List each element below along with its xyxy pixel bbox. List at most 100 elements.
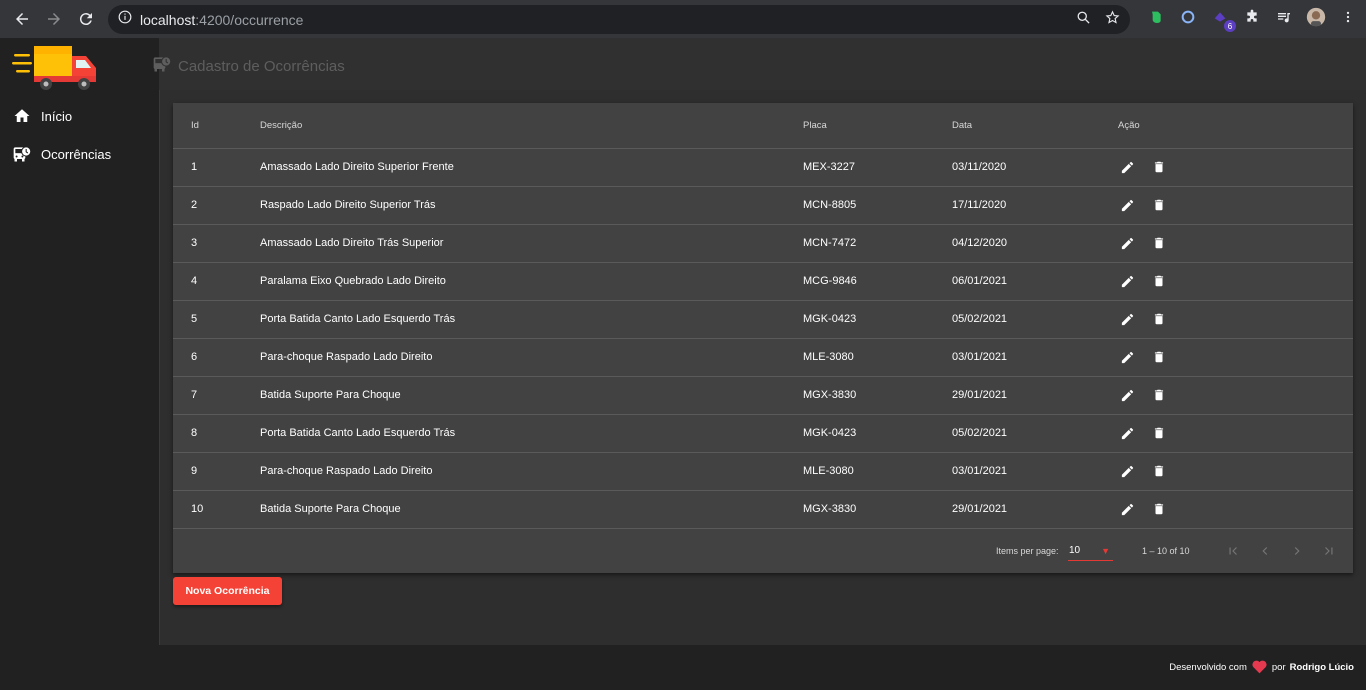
occurrence-table: Id Descrição Placa Data Ação 1 Amassado L… bbox=[173, 103, 1353, 529]
cell-id: 2 bbox=[173, 186, 260, 225]
edit-icon[interactable] bbox=[1118, 272, 1136, 290]
media-queue-icon[interactable] bbox=[1274, 7, 1294, 27]
sidebar-item-label: Início bbox=[41, 108, 73, 124]
cell-descricao: Batida Suporte Para Choque bbox=[260, 490, 803, 529]
delete-icon[interactable] bbox=[1150, 386, 1168, 404]
delete-icon[interactable] bbox=[1150, 500, 1168, 518]
cell-descricao: Porta Batida Canto Lado Esquerdo Trás bbox=[260, 300, 803, 339]
page-range: 1 – 10 of 10 bbox=[1142, 545, 1190, 556]
cell-descricao: Raspado Lado Direito Superior Trás bbox=[260, 186, 803, 225]
cell-acao bbox=[1118, 414, 1353, 453]
address-bar[interactable]: localhost:4200/occurrence bbox=[108, 5, 1130, 34]
edit-icon[interactable] bbox=[1118, 196, 1136, 214]
cell-descricao: Paralama Eixo Quebrado Lado Direito bbox=[260, 262, 803, 301]
extension-ring-icon[interactable] bbox=[1178, 7, 1198, 27]
edit-icon[interactable] bbox=[1118, 462, 1136, 480]
table-row: 3 Amassado Lado Direito Trás Superior MCN-… bbox=[173, 224, 1353, 263]
cell-id: 10 bbox=[173, 490, 260, 529]
cell-id: 3 bbox=[173, 224, 260, 263]
table-row: 10 Batida Suporte Para Choque MGX-3830 29/0… bbox=[173, 490, 1353, 529]
page-title: Cadastro de Ocorrências bbox=[152, 54, 345, 78]
occurrence-table-card: Id Descrição Placa Data Ação 1 Amassado L… bbox=[173, 103, 1353, 573]
new-occurrence-button[interactable]: Nova Ocorrência bbox=[173, 577, 282, 605]
footer-prefix: Desenvolvido com bbox=[1169, 662, 1247, 673]
cell-id: 4 bbox=[173, 262, 260, 301]
table-header-row: Id Descrição Placa Data Ação bbox=[173, 103, 1353, 149]
info-icon[interactable] bbox=[118, 10, 132, 29]
delete-icon[interactable] bbox=[1150, 234, 1168, 252]
back-icon[interactable] bbox=[6, 3, 38, 35]
edit-icon[interactable] bbox=[1118, 348, 1136, 366]
cell-placa: MGX-3830 bbox=[803, 376, 952, 415]
truck-logo[interactable] bbox=[12, 42, 100, 92]
items-per-page-select[interactable]: 10 ▼ bbox=[1068, 541, 1113, 561]
cell-descricao: Para-choque Raspado Lado Direito bbox=[260, 338, 803, 377]
sidebar: Início Ocorrências bbox=[0, 38, 159, 690]
table-row: 7 Batida Suporte Para Choque MGX-3830 29/01… bbox=[173, 376, 1353, 415]
cell-placa: MCN-8805 bbox=[803, 186, 952, 225]
browser-toolbar: localhost:4200/occurrence 6 bbox=[0, 0, 1366, 38]
previous-page-icon[interactable] bbox=[1255, 541, 1275, 561]
table-row: 5 Porta Batida Canto Lado Esquerdo Trás MG… bbox=[173, 300, 1353, 339]
delete-icon[interactable] bbox=[1150, 424, 1168, 442]
table-row: 9 Para-choque Raspado Lado Direito MLE-308… bbox=[173, 452, 1353, 491]
bus-clock-icon bbox=[12, 144, 32, 164]
extension-badge: 6 bbox=[1224, 20, 1236, 32]
edit-icon[interactable] bbox=[1118, 386, 1136, 404]
cell-data: 06/01/2021 bbox=[952, 262, 1118, 301]
zoom-icon[interactable] bbox=[1076, 10, 1091, 30]
column-header-descricao[interactable]: Descrição bbox=[260, 103, 803, 149]
forward-icon[interactable] bbox=[38, 3, 70, 35]
cell-placa: MGX-3830 bbox=[803, 490, 952, 529]
first-page-icon[interactable] bbox=[1223, 541, 1243, 561]
cell-id: 6 bbox=[173, 338, 260, 377]
cell-id: 5 bbox=[173, 300, 260, 339]
cell-placa: MEX-3227 bbox=[803, 148, 952, 187]
extension-badge-icon[interactable]: 6 bbox=[1210, 7, 1236, 32]
cell-data: 17/11/2020 bbox=[952, 186, 1118, 225]
cell-acao bbox=[1118, 262, 1353, 301]
page-title-text: Cadastro de Ocorrências bbox=[178, 57, 345, 75]
last-page-icon[interactable] bbox=[1319, 541, 1339, 561]
cell-data: 04/12/2020 bbox=[952, 224, 1118, 263]
sidebar-item-inicio[interactable]: Início bbox=[12, 106, 72, 126]
items-per-page-value: 10 bbox=[1069, 545, 1081, 556]
table-row: 2 Raspado Lado Direito Superior Trás MCN-8… bbox=[173, 186, 1353, 225]
edit-icon[interactable] bbox=[1118, 310, 1136, 328]
chrome-menu-icon[interactable] bbox=[1338, 7, 1358, 27]
delete-icon[interactable] bbox=[1150, 348, 1168, 366]
cell-data: 03/01/2021 bbox=[952, 338, 1118, 377]
puzzle-icon[interactable] bbox=[1242, 7, 1262, 27]
column-header-placa[interactable]: Placa bbox=[803, 103, 952, 149]
cell-placa: MLE-3080 bbox=[803, 338, 952, 377]
edit-icon[interactable] bbox=[1118, 424, 1136, 442]
table-row: 1 Amassado Lado Direito Superior Frente ME… bbox=[173, 148, 1353, 187]
column-header-id[interactable]: Id bbox=[173, 103, 260, 149]
cell-id: 7 bbox=[173, 376, 260, 415]
cell-descricao: Amassado Lado Direito Superior Frente bbox=[260, 148, 803, 187]
bus-clock-icon bbox=[152, 54, 172, 78]
footer-author: Rodrigo Lúcio bbox=[1289, 662, 1354, 673]
avatar[interactable] bbox=[1306, 7, 1326, 27]
reload-icon[interactable] bbox=[70, 3, 102, 35]
url-text: localhost:4200/occurrence bbox=[140, 11, 304, 28]
cell-id: 1 bbox=[173, 148, 260, 187]
column-header-data[interactable]: Data bbox=[952, 103, 1118, 149]
delete-icon[interactable] bbox=[1150, 158, 1168, 176]
evernote-extension-icon[interactable] bbox=[1146, 7, 1166, 27]
delete-icon[interactable] bbox=[1150, 272, 1168, 290]
cell-id: 8 bbox=[173, 414, 260, 453]
edit-icon[interactable] bbox=[1118, 234, 1136, 252]
cell-descricao: Porta Batida Canto Lado Esquerdo Trás bbox=[260, 414, 803, 453]
delete-icon[interactable] bbox=[1150, 310, 1168, 328]
bookmark-star-icon[interactable] bbox=[1105, 10, 1120, 30]
cell-acao bbox=[1118, 490, 1353, 529]
edit-icon[interactable] bbox=[1118, 158, 1136, 176]
sidebar-item-ocorrencias[interactable]: Ocorrências bbox=[12, 144, 111, 164]
next-page-icon[interactable] bbox=[1287, 541, 1307, 561]
edit-icon[interactable] bbox=[1118, 500, 1136, 518]
paginator: Items per page: 10 ▼ 1 – 10 of 10 bbox=[173, 528, 1353, 573]
delete-icon[interactable] bbox=[1150, 462, 1168, 480]
delete-icon[interactable] bbox=[1150, 196, 1168, 214]
cell-placa: MCN-7472 bbox=[803, 224, 952, 263]
